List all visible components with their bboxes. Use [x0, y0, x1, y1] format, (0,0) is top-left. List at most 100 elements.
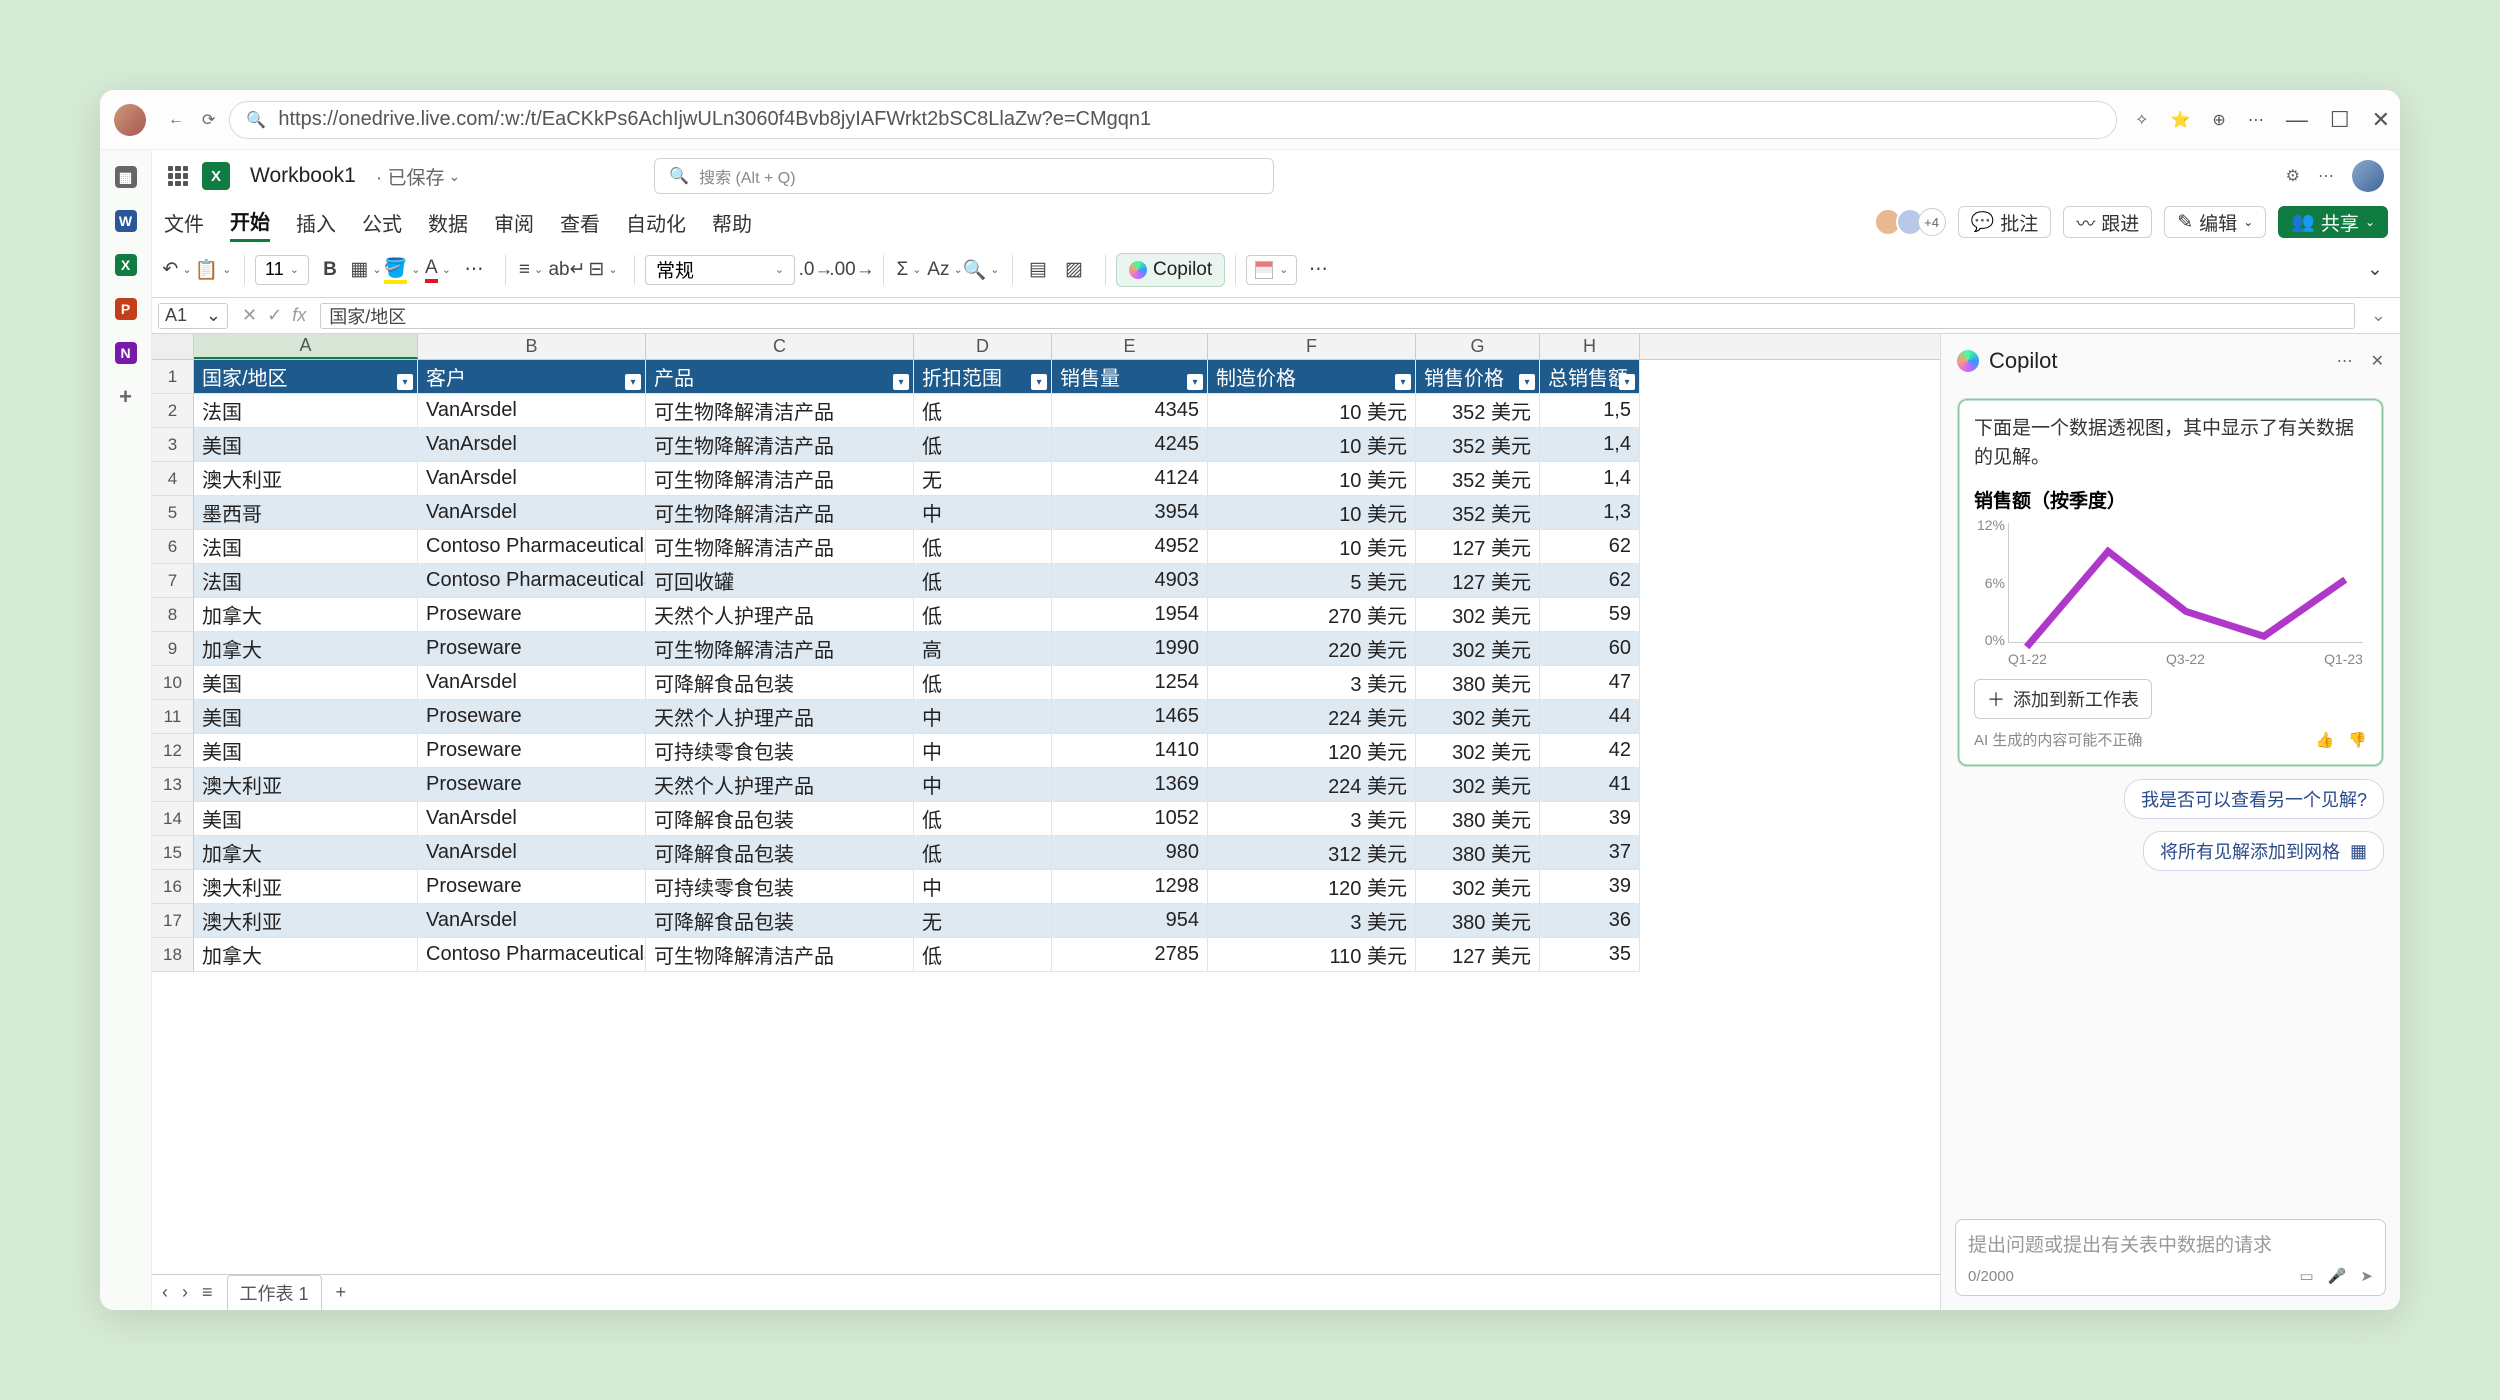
cell[interactable]: 澳大利亚: [194, 904, 418, 938]
cell[interactable]: 1298: [1052, 870, 1208, 904]
cell[interactable]: 可持续零食包装: [646, 734, 914, 768]
analyze-data-button[interactable]: ▨: [1059, 255, 1089, 285]
cell[interactable]: 302 美元: [1416, 734, 1540, 768]
copilot-input[interactable]: 提出问题或提出有关表中数据的请求 0/2000 ▭ 🎤 ➤: [1955, 1219, 2386, 1296]
align-button[interactable]: ≡⌄: [516, 255, 546, 285]
spreadsheet-grid[interactable]: A B C D E F G H 1国家/地区▾客户▾产品▾折扣范围▾销售量▾制造…: [152, 334, 1940, 1310]
cell[interactable]: 可生物降解清洁产品: [646, 462, 914, 496]
cell[interactable]: 可降解食品包装: [646, 904, 914, 938]
font-size-input[interactable]: 11⌄: [255, 255, 309, 285]
cell[interactable]: 47: [1540, 666, 1640, 700]
column-header[interactable]: H: [1540, 334, 1640, 359]
bold-button[interactable]: B: [315, 255, 345, 285]
table-header-cell[interactable]: 产品▾: [646, 360, 914, 394]
row-header[interactable]: 18: [152, 938, 194, 972]
add-sheet-icon[interactable]: +: [336, 1282, 347, 1303]
column-header[interactable]: G: [1416, 334, 1540, 359]
cell[interactable]: 120 美元: [1208, 734, 1416, 768]
format-as-table-button[interactable]: ⌄: [1246, 255, 1297, 285]
cell[interactable]: 4952: [1052, 530, 1208, 564]
collections-icon[interactable]: ⊕: [2212, 110, 2225, 130]
conditional-format-button[interactable]: ▤: [1023, 255, 1053, 285]
copilot-close-icon[interactable]: ✕: [2371, 351, 2384, 371]
cell[interactable]: 5 美元: [1208, 564, 1416, 598]
cell[interactable]: 380 美元: [1416, 802, 1540, 836]
borders-button[interactable]: ▦⌄: [351, 255, 381, 285]
row-header[interactable]: 3: [152, 428, 194, 462]
cell[interactable]: 35: [1540, 938, 1640, 972]
cell[interactable]: 4124: [1052, 462, 1208, 496]
autosum-button[interactable]: Σ⌄: [894, 255, 924, 285]
table-header-cell[interactable]: 销售量▾: [1052, 360, 1208, 394]
cell[interactable]: 1410: [1052, 734, 1208, 768]
cell[interactable]: 380 美元: [1416, 836, 1540, 870]
user-avatar[interactable]: [2352, 160, 2384, 192]
cell[interactable]: 44: [1540, 700, 1640, 734]
sheet-prev-icon[interactable]: ‹: [162, 1282, 168, 1303]
table-header-cell[interactable]: 总销售额▾: [1540, 360, 1640, 394]
cell[interactable]: 中: [914, 870, 1052, 904]
column-header[interactable]: D: [914, 334, 1052, 359]
decimal-decrease-button[interactable]: .00→: [837, 255, 867, 285]
cell[interactable]: 加拿大: [194, 632, 418, 666]
cell[interactable]: 低: [914, 564, 1052, 598]
cell[interactable]: 可生物降解清洁产品: [646, 632, 914, 666]
table-header-cell[interactable]: 制造价格▾: [1208, 360, 1416, 394]
cell[interactable]: 127 美元: [1416, 938, 1540, 972]
presence-avatars[interactable]: +4: [1880, 208, 1946, 236]
back-icon[interactable]: ←: [168, 111, 184, 129]
row-header[interactable]: 13: [152, 768, 194, 802]
row-header[interactable]: 17: [152, 904, 194, 938]
cell[interactable]: 352 美元: [1416, 462, 1540, 496]
undo-button[interactable]: ↶⌄: [162, 255, 192, 285]
cell[interactable]: 天然个人护理产品: [646, 768, 914, 802]
cell[interactable]: 可降解食品包装: [646, 802, 914, 836]
cell[interactable]: 可生物降解清洁产品: [646, 394, 914, 428]
cell[interactable]: 可回收罐: [646, 564, 914, 598]
more-icon[interactable]: ⋯: [2318, 166, 2334, 186]
cell[interactable]: 39: [1540, 802, 1640, 836]
tab-file[interactable]: 文件: [164, 204, 204, 241]
cell[interactable]: 110 美元: [1208, 938, 1416, 972]
cell[interactable]: 1254: [1052, 666, 1208, 700]
book-icon[interactable]: ▭: [2300, 1267, 2314, 1285]
tab-review[interactable]: 审阅: [494, 204, 534, 241]
cancel-formula-icon[interactable]: ✕: [242, 305, 257, 326]
comments-button[interactable]: 💬批注: [1958, 206, 2052, 238]
cell[interactable]: 224 美元: [1208, 700, 1416, 734]
cell[interactable]: 无: [914, 462, 1052, 496]
wrap-text-button[interactable]: ab↵: [552, 255, 582, 285]
cell[interactable]: VanArsdel: [418, 836, 646, 870]
cell[interactable]: 352 美元: [1416, 496, 1540, 530]
cell[interactable]: 可生物降解清洁产品: [646, 938, 914, 972]
row-header[interactable]: 14: [152, 802, 194, 836]
cell[interactable]: 1,3: [1540, 496, 1640, 530]
find-button[interactable]: 🔍⌄: [966, 255, 996, 285]
cell[interactable]: 380 美元: [1416, 904, 1540, 938]
cell[interactable]: 36: [1540, 904, 1640, 938]
cell[interactable]: Contoso Pharmaceuticals: [418, 938, 646, 972]
sort-button[interactable]: Aᴢ⌄: [930, 255, 960, 285]
profile-avatar[interactable]: [114, 104, 146, 136]
cell[interactable]: 低: [914, 802, 1052, 836]
cell[interactable]: 302 美元: [1416, 870, 1540, 904]
app-launcher-icon[interactable]: [168, 166, 188, 186]
cell[interactable]: 127 美元: [1416, 530, 1540, 564]
table-header-cell[interactable]: 折扣范围▾: [914, 360, 1052, 394]
close-icon[interactable]: ✕: [2372, 107, 2390, 133]
cell[interactable]: 法国: [194, 394, 418, 428]
cell[interactable]: 可降解食品包装: [646, 836, 914, 870]
minimize-icon[interactable]: —: [2286, 107, 2308, 133]
copilot-suggestion[interactable]: 将所有见解添加到网格▦: [2143, 831, 2384, 871]
fx-icon[interactable]: fx: [292, 305, 306, 326]
cell[interactable]: 美国: [194, 734, 418, 768]
cell[interactable]: 270 美元: [1208, 598, 1416, 632]
refresh-icon[interactable]: ⟳: [202, 110, 215, 130]
cell[interactable]: 美国: [194, 666, 418, 700]
row-header[interactable]: 16: [152, 870, 194, 904]
tab-data[interactable]: 数据: [428, 204, 468, 241]
cell[interactable]: 1465: [1052, 700, 1208, 734]
table-header-cell[interactable]: 客户▾: [418, 360, 646, 394]
cell[interactable]: 41: [1540, 768, 1640, 802]
cell[interactable]: 1369: [1052, 768, 1208, 802]
